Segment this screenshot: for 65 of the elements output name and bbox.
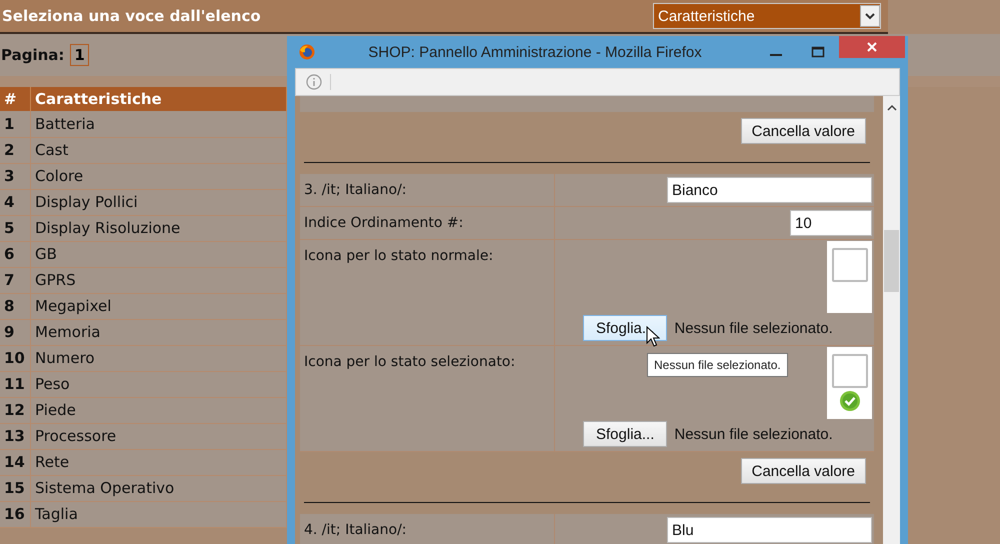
row-number: 10 [0,345,30,371]
list-item[interactable]: Memoria [30,319,286,345]
file-status: Nessun file selezionato. [674,426,833,442]
list-item[interactable]: Piede [30,397,286,423]
close-icon[interactable] [866,41,878,53]
list-item[interactable]: Peso [30,371,286,397]
close-button[interactable] [839,36,905,58]
maximize-icon[interactable] [811,45,825,59]
scrollbar[interactable] [883,96,900,544]
input-field[interactable]: Bianco [667,177,872,203]
row-number: 13 [0,423,30,449]
clear-value-button[interactable]: Cancella valore [740,118,866,144]
list-item[interactable]: Megapixel [30,293,286,319]
row-number: 14 [0,449,30,475]
list-item[interactable]: GPRS [30,267,286,293]
row-number: 15 [0,475,30,501]
browse-button[interactable]: Sfoglia... [583,421,668,447]
row-number: 7 [0,267,30,293]
field-label: 4. /it; Italiano/: [304,521,406,539]
category-select[interactable]: Caratteristiche [653,3,881,29]
column-header: Caratteristiche [30,87,286,111]
input-field[interactable]: Blu [667,517,872,543]
list-item[interactable]: Cast [30,137,286,163]
row-number: 12 [0,397,30,423]
row-number: 5 [0,215,30,241]
row-number: 2 [0,137,30,163]
row-number: 6 [0,241,30,267]
window-title: SHOP: Pannello Amministrazione - Mozilla Firefox [367,44,703,60]
list-item[interactable]: Batteria [30,111,286,137]
image-frame [832,354,868,388]
field-label: 3. /it; Italiano/: [304,181,406,199]
tooltip: Nessun file selezionato. [647,353,788,377]
list-item[interactable]: Numero [30,345,286,371]
list-item[interactable]: Processore [30,423,286,449]
list-item[interactable]: Sistema Operativo [30,475,286,501]
list-item[interactable]: Display Risoluzione [30,215,286,241]
row-number: 8 [0,293,30,319]
page-label: Pagina: [1,46,64,64]
row-number: 4 [0,189,30,215]
list-item[interactable]: Taglia [30,501,286,527]
column-header: # [0,87,30,111]
input-field[interactable]: 10 [790,210,872,236]
browser-logo-icon [299,44,315,60]
row-number: 3 [0,163,30,189]
dropdown-caret-icon[interactable] [860,5,880,27]
row-number: 11 [0,371,30,397]
list-item[interactable]: GB [30,241,286,267]
field-label: Icona per lo stato normale: [304,247,494,265]
row-number: 1 [0,111,30,137]
page-title: Seleziona una voce dall'elenco [1,7,261,25]
row-number: 16 [0,501,30,527]
row-number: 9 [0,319,30,345]
scroll-up-icon[interactable] [887,104,897,112]
list-item[interactable]: Colore [30,163,286,189]
info-icon[interactable] [306,74,331,90]
field-label: Indice Ordinamento #: [304,214,464,232]
file-status: Nessun file selezionato. [674,320,833,336]
scroll-thumb[interactable] [884,230,899,292]
browse-button[interactable]: Sfoglia... [583,315,668,341]
field-label: Icona per lo stato selezionato: [304,353,516,371]
list-item[interactable]: Rete [30,449,286,475]
image-frame [832,248,868,282]
page-link[interactable]: 1 [70,44,89,66]
clear-value-button[interactable]: Cancella valore [740,458,866,484]
list-item[interactable]: Display Pollici [30,189,286,215]
